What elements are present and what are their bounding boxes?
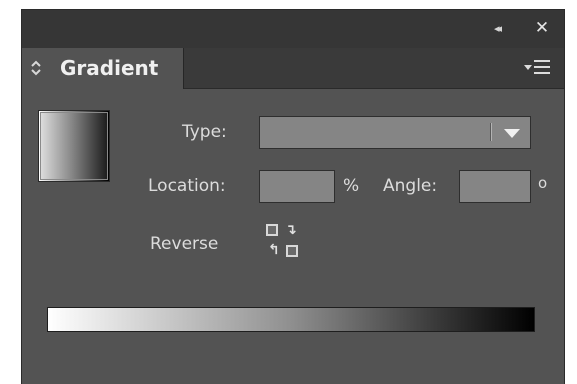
type-label: Type: — [182, 122, 227, 142]
reverse-label: Reverse — [150, 234, 219, 254]
up-down-arrows-icon[interactable] — [30, 59, 42, 77]
angle-label: Angle: — [383, 176, 438, 196]
close-icon[interactable]: ✕ — [534, 19, 550, 37]
gradient-panel: ◂◂ ✕ Gradient Type: Location: % Angle: o — [21, 9, 565, 384]
arrow-up-icon: ↰ — [268, 242, 280, 258]
panel-tabbar: Gradient — [22, 48, 564, 89]
location-input[interactable] — [259, 170, 335, 203]
location-label: Location: — [148, 176, 226, 196]
tab-gradient[interactable]: Gradient — [22, 48, 184, 89]
gradient-swatch-fill — [40, 112, 108, 180]
hamburger-lines-icon — [534, 60, 550, 74]
reverse-square-top-icon — [266, 224, 278, 236]
gradient-swatch[interactable] — [38, 110, 110, 182]
location-unit: % — [343, 176, 360, 196]
panel-menu-icon[interactable] — [524, 57, 552, 79]
tab-label: Gradient — [60, 56, 159, 80]
angle-unit: o — [538, 174, 548, 192]
menu-triangle-icon — [524, 65, 532, 70]
reverse-square-bottom-icon — [286, 245, 298, 257]
dropdown-separator — [490, 123, 492, 141]
type-dropdown[interactable] — [259, 116, 531, 149]
reverse-gradient-icon[interactable]: ↴ ↰ — [264, 221, 308, 265]
angle-input[interactable] — [459, 170, 531, 203]
gradient-slider[interactable] — [47, 307, 535, 332]
panel-titlebar[interactable]: ◂◂ ✕ — [22, 10, 564, 49]
arrow-down-icon: ↴ — [285, 222, 297, 238]
chevron-down-icon — [504, 129, 520, 138]
double-chevron-left-icon[interactable]: ◂◂ — [494, 23, 514, 35]
